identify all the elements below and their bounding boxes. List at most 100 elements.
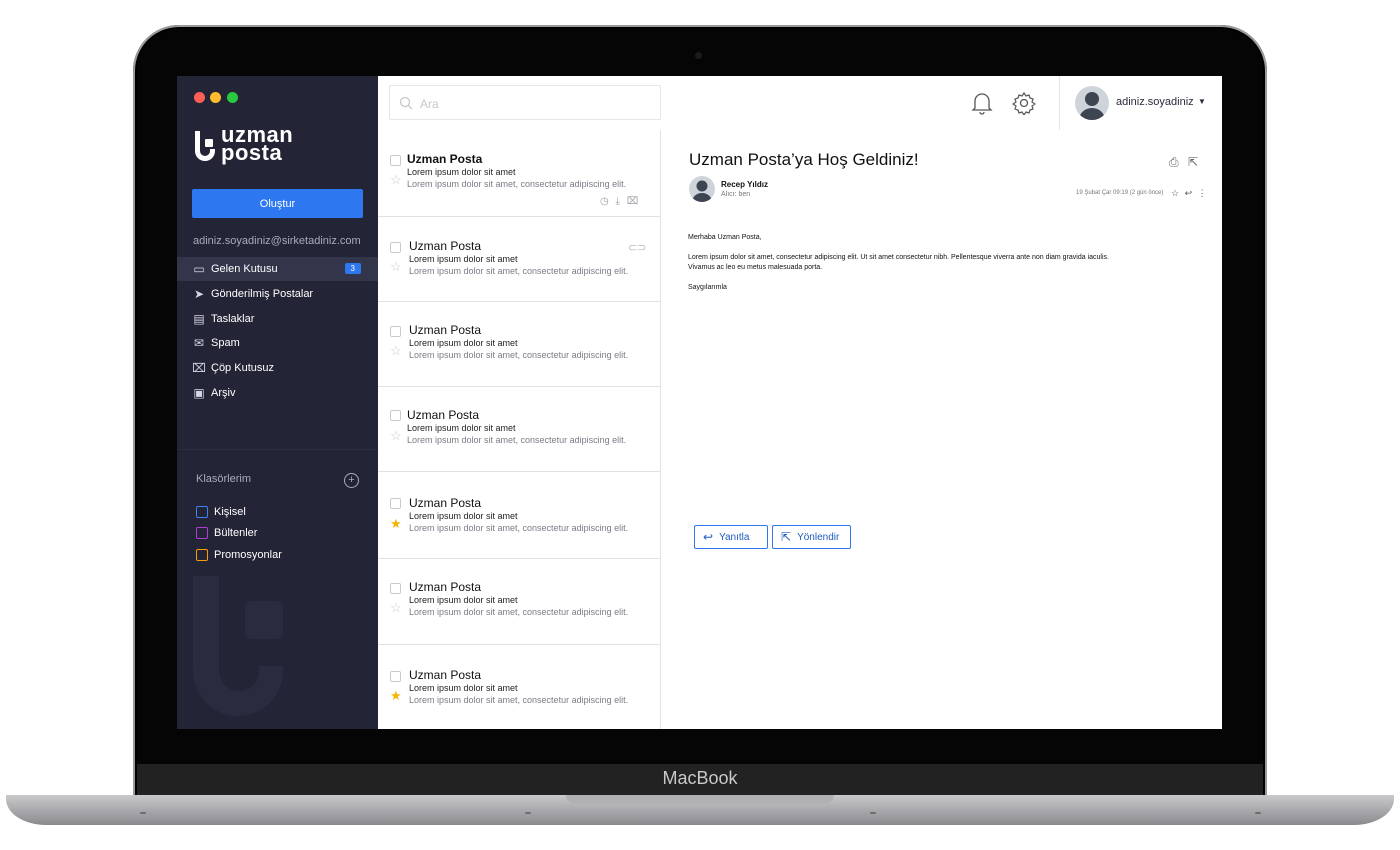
star-icon[interactable]: ☆ bbox=[390, 601, 402, 614]
top-bar: adiniz.soyadiniz ▼ bbox=[378, 76, 1222, 131]
user-avatar[interactable] bbox=[1075, 86, 1109, 120]
archive-download-icon[interactable]: ⤓ bbox=[616, 196, 620, 207]
message-greeting: Merhaba Uzman Posta, bbox=[688, 234, 762, 241]
star-icon[interactable]: ☆ bbox=[390, 429, 402, 442]
avatar-silhouette-icon bbox=[692, 180, 712, 202]
mail-list-item[interactable]: Uzman Posta Lorem ipsum dolor sit amet ☆… bbox=[378, 387, 660, 472]
mail-list-item[interactable]: Uzman Posta Lorem ipsum dolor sit amet ☆… bbox=[378, 559, 660, 645]
mail-checkbox[interactable] bbox=[390, 583, 401, 594]
folder-color-icon bbox=[196, 549, 208, 561]
sidebar-item-inbox[interactable]: ▭ Gelen Kutusu 3 bbox=[177, 257, 378, 281]
mail-list-item[interactable]: Uzman Posta Lorem ipsum dolor sit amet ☆… bbox=[378, 130, 660, 217]
laptop-notch bbox=[566, 795, 834, 804]
folder-item-personal[interactable]: Kişisel bbox=[196, 506, 246, 518]
mail-subject: Lorem ipsum dolor sit amet bbox=[409, 683, 518, 693]
sidebar-item-spam[interactable]: ✉ Spam bbox=[177, 331, 378, 355]
message-body-line: Vivamus ac leo eu metus malesuada porta. bbox=[688, 264, 823, 271]
inbox-icon: ▭ bbox=[193, 262, 205, 276]
spam-envelope-icon: ✉ bbox=[193, 336, 205, 350]
compose-button[interactable]: Oluştur bbox=[192, 189, 363, 218]
user-divider bbox=[1059, 76, 1060, 130]
sidebar-item-trash[interactable]: ⌧ Çöp Kutusuz bbox=[177, 356, 378, 380]
sidebar-item-drafts[interactable]: ▤ Taslaklar bbox=[177, 307, 378, 331]
mail-subject: Lorem ipsum dolor sit amet bbox=[407, 167, 516, 177]
share-forward-icon[interactable]: ⇱ bbox=[1188, 155, 1198, 169]
sender-avatar bbox=[689, 176, 715, 202]
snooze-clock-icon[interactable]: ◷ bbox=[600, 196, 609, 207]
delete-trash-icon[interactable]: ⌧ bbox=[627, 196, 639, 207]
settings-gear-icon[interactable] bbox=[1012, 91, 1036, 115]
mail-checkbox[interactable] bbox=[390, 498, 401, 509]
laptop-foot bbox=[870, 812, 876, 814]
star-icon[interactable]: ☆ bbox=[390, 344, 402, 357]
star-filled-icon[interactable]: ★ bbox=[390, 689, 402, 702]
sidebar-item-label: Taslaklar bbox=[211, 313, 255, 325]
sidebar-item-archive[interactable]: ▣ Arşiv bbox=[177, 381, 378, 405]
mail-list-item[interactable]: Uzman Posta Lorem ipsum dolor sit amet ☆… bbox=[378, 302, 660, 387]
more-vertical-icon[interactable]: ⋮ bbox=[1198, 188, 1207, 198]
message-actions: ☆ ↩ ⋮ bbox=[1171, 188, 1207, 199]
mail-checkbox[interactable] bbox=[390, 242, 401, 253]
print-icon[interactable]: ⎙ bbox=[1169, 155, 1179, 169]
mail-subject: Lorem ipsum dolor sit amet bbox=[409, 338, 518, 348]
window-minimize-button[interactable] bbox=[210, 92, 221, 103]
reading-pane: Uzman Posta’ya Hoş Geldiniz! ⎙ ⇱ Recep Y… bbox=[661, 130, 1222, 729]
mail-list-item[interactable]: Uzman Posta ⊂⊃ Lorem ipsum dolor sit ame… bbox=[378, 217, 660, 302]
mail-sender: Uzman Posta bbox=[409, 239, 482, 253]
reply-icon[interactable]: ↩ bbox=[1185, 188, 1193, 198]
reply-arrow-icon: ↩ bbox=[703, 530, 714, 544]
watermark-logo-icon bbox=[193, 576, 283, 716]
message-title: Uzman Posta’ya Hoş Geldiniz! bbox=[689, 150, 919, 169]
mail-checkbox[interactable] bbox=[390, 410, 401, 421]
message-date: 19 Şubat Çar 09:19 (2 gün önce) bbox=[1076, 190, 1164, 196]
laptop-foot bbox=[140, 812, 146, 814]
sidebar-item-label: Gelen Kutusu bbox=[211, 263, 278, 275]
mail-snippet: Lorem ipsum dolor sit amet, consectetur … bbox=[407, 179, 627, 189]
notification-bell-icon[interactable] bbox=[971, 91, 993, 115]
mail-subject: Lorem ipsum dolor sit amet bbox=[409, 254, 518, 264]
logo-icon bbox=[195, 131, 215, 161]
mail-snippet: Lorem ipsum dolor sit amet, consectetur … bbox=[409, 266, 629, 276]
window-close-button[interactable] bbox=[194, 92, 205, 103]
folder-item-newsletters[interactable]: Bültenler bbox=[196, 527, 257, 539]
chevron-down-icon[interactable]: ▼ bbox=[1198, 97, 1206, 106]
mail-sender: Uzman Posta bbox=[409, 496, 482, 510]
search-box bbox=[389, 85, 661, 120]
folder-color-icon bbox=[196, 527, 208, 539]
folder-item-promotions[interactable]: Promosyonlar bbox=[196, 549, 282, 561]
sidebar-item-label: Arşiv bbox=[211, 387, 236, 399]
star-icon[interactable]: ☆ bbox=[1171, 188, 1179, 198]
mail-checkbox[interactable] bbox=[390, 326, 401, 337]
account-email: adiniz.soyadiniz@sirketadiniz.com bbox=[193, 235, 361, 247]
folder-label: Kişisel bbox=[214, 506, 246, 518]
window-maximize-button[interactable] bbox=[227, 92, 238, 103]
avatar-silhouette-icon bbox=[1079, 92, 1105, 120]
star-filled-icon[interactable]: ★ bbox=[390, 517, 402, 530]
star-icon[interactable]: ☆ bbox=[390, 173, 402, 186]
archive-icon: ▣ bbox=[193, 386, 205, 400]
message-sender: Recep Yıldız bbox=[721, 180, 768, 189]
star-icon[interactable]: ☆ bbox=[390, 260, 402, 273]
sidebar: uzman posta Oluştur adiniz.soyadiniz@sir… bbox=[177, 76, 378, 729]
trash-icon: ⌧ bbox=[192, 361, 206, 375]
forward-button[interactable]: ⇱ Yönlendir bbox=[772, 525, 851, 549]
add-folder-button[interactable]: + bbox=[344, 473, 359, 488]
mail-list-item[interactable]: Uzman Posta Lorem ipsum dolor sit amet ★… bbox=[378, 472, 660, 559]
mail-sender: Uzman Posta bbox=[409, 668, 482, 682]
mail-snippet: Lorem ipsum dolor sit amet, consectetur … bbox=[407, 435, 627, 445]
mail-checkbox[interactable] bbox=[390, 671, 401, 682]
mail-checkbox[interactable] bbox=[390, 155, 401, 166]
mail-subject: Lorem ipsum dolor sit amet bbox=[407, 423, 516, 433]
forward-share-icon: ⇱ bbox=[781, 530, 792, 544]
search-input[interactable] bbox=[418, 96, 652, 112]
sidebar-item-sent[interactable]: ➤ Gönderilmiş Postalar bbox=[177, 282, 378, 306]
mail-snippet: Lorem ipsum dolor sit amet, consectetur … bbox=[409, 695, 629, 705]
mail-snippet: Lorem ipsum dolor sit amet, consectetur … bbox=[409, 350, 629, 360]
reply-button[interactable]: ↩ Yanıtla bbox=[694, 525, 768, 549]
search-icon bbox=[399, 96, 413, 110]
folder-label: Promosyonlar bbox=[214, 549, 282, 561]
reply-label: Yanıtla bbox=[719, 531, 750, 543]
mail-list-item[interactable]: Uzman Posta Lorem ipsum dolor sit amet ★… bbox=[378, 645, 660, 729]
laptop-foot bbox=[525, 812, 531, 814]
username[interactable]: adiniz.soyadiniz bbox=[1116, 96, 1194, 108]
